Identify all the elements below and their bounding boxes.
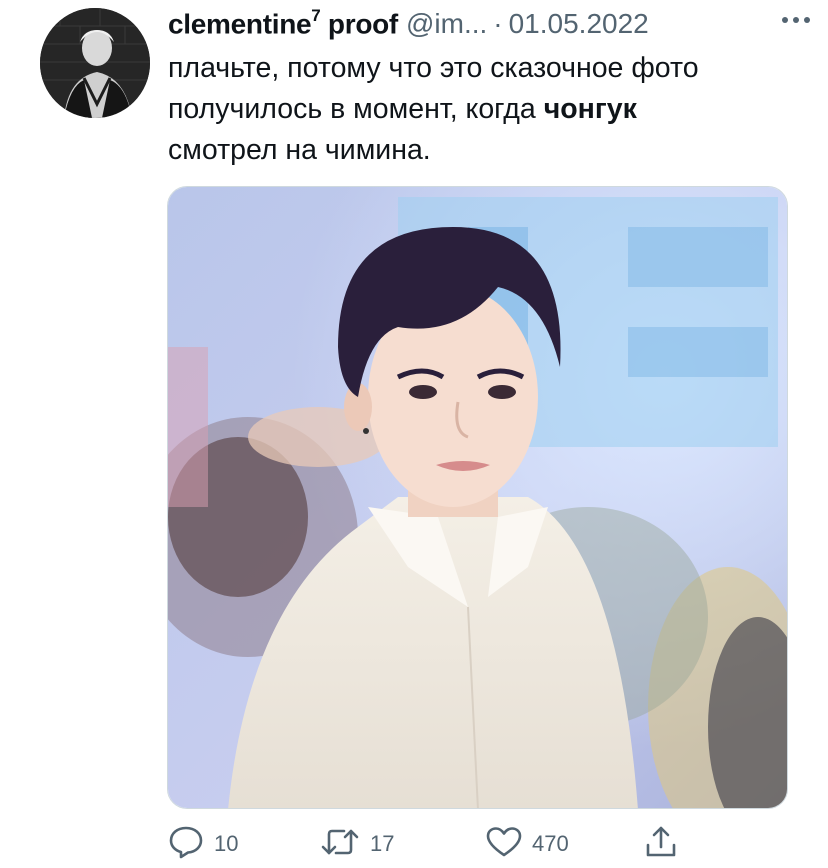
author-name-superscript: 7 [311,5,321,25]
tweet-text-line-1: плачьте, потому что это сказочное фото [168,52,699,84]
heart-icon [486,826,522,863]
more-horizontal-icon[interactable] [774,6,818,34]
share-icon [644,825,678,864]
tweet-actions: 10 17 470 [168,824,808,864]
tweet-text-line-2-start: получилось в момент, когда [168,93,536,125]
tweet-text: плачьте, потому что это сказочное фото п… [168,48,798,171]
author-display-name[interactable]: clementine7 proof [168,5,398,40]
reply-icon [168,825,204,864]
author-name: clementine [168,8,312,40]
user-avatar-icon[interactable] [40,8,150,118]
tweet-date[interactable]: 01.05.2022 [509,8,649,40]
retweet-count: 17 [370,831,395,856]
header-separator: · [493,8,503,39]
tweet-text-line-2: получилось в момент, когда чонгук [168,89,798,130]
author-handle[interactable]: @im... [406,8,487,40]
tweet-text-line-3: смотрел на чимина. [168,134,431,166]
share-button[interactable] [644,824,678,864]
reply-count: 10 [214,831,239,856]
reply-button[interactable]: 10 [168,824,238,864]
retweet-icon [320,826,360,863]
tweet: clementine7 proof @im... · 01.05.2022 пл… [0,0,828,868]
retweet-button[interactable]: 17 [320,824,394,864]
tweet-text-bold-name: чонгук [543,93,637,125]
tweet-photo[interactable] [167,186,788,809]
like-count: 470 [532,831,569,856]
tweet-header: clementine7 proof @im... · 01.05.2022 [168,4,808,44]
author-name-suffix: proof [327,8,398,40]
like-button[interactable]: 470 [486,824,569,864]
